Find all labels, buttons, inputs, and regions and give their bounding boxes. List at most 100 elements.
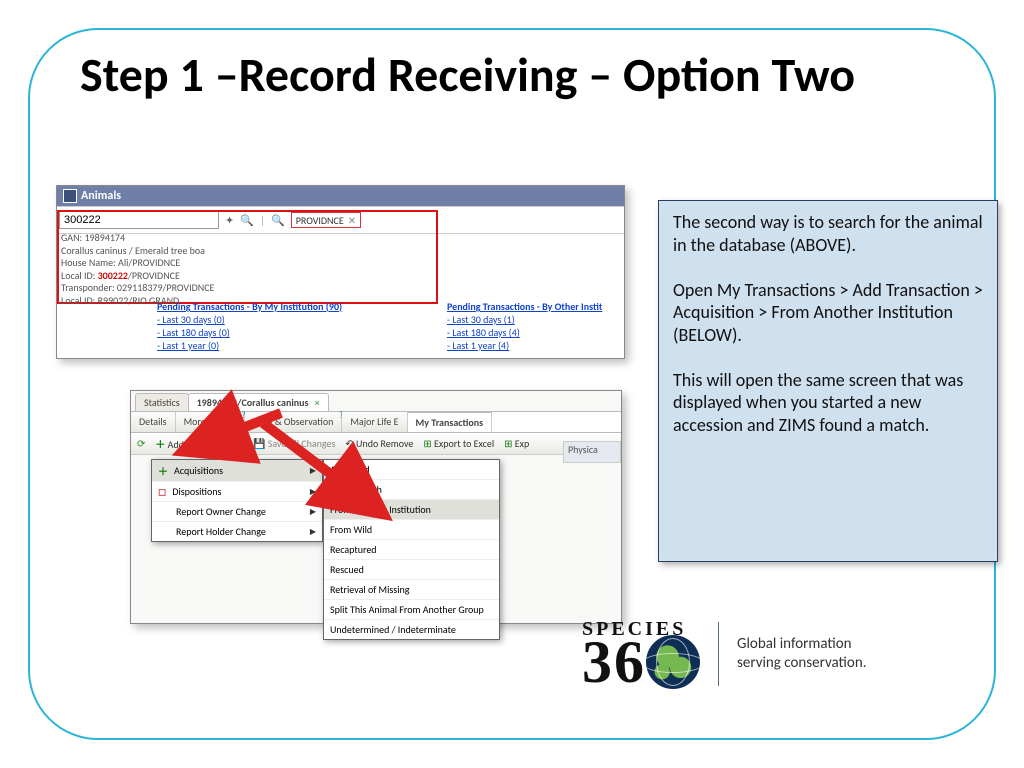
- tab-label: More Details: [184, 415, 236, 428]
- cell-header: Physica: [563, 441, 621, 463]
- app-icon: [63, 189, 77, 203]
- menu-label: Split This Animal From Another Group: [330, 603, 484, 616]
- instruction-p2: Open My Transactions > Add Transaction >…: [673, 279, 983, 347]
- menu-label: From Another Institution: [330, 503, 431, 516]
- panel-titlebar: Animals: [57, 186, 624, 206]
- instruction-box: The second way is to search for the anim…: [658, 200, 998, 562]
- menu-label: Acquisitions: [174, 464, 223, 477]
- menu-label: Recaptured: [330, 543, 377, 556]
- instruction-p1: The second way is to search for the anim…: [673, 211, 983, 256]
- tagline-1: Global information: [737, 635, 867, 654]
- slide-heading: Step 1 –Record Receiving – Option Two: [80, 50, 960, 100]
- menu-birth-hatch[interactable]: Birth / Hatch: [324, 480, 499, 500]
- menu-acquisitions[interactable]: ＋ Acquisitions ▶: [152, 460, 322, 482]
- sub-tab-row: Details More Details ? Note & Observatio…: [131, 411, 621, 433]
- menu-retrieval-missing[interactable]: Retrieval of Missing: [324, 580, 499, 600]
- link-right-3[interactable]: - Last 1 year (4): [447, 339, 602, 352]
- link-hdr-left[interactable]: Pending Transactions - By My Institution…: [157, 300, 342, 313]
- link-left-2[interactable]: - Last 180 days (0): [157, 326, 342, 339]
- chevron-right-icon: ▶: [310, 466, 316, 476]
- instruction-p3: This will open the same screen that was …: [673, 369, 983, 437]
- chevron-right-icon: ▶: [310, 487, 316, 497]
- logo-tagline: Global information serving conservation.: [737, 635, 867, 673]
- menu-from-another-institution[interactable]: From Another Institution: [324, 500, 499, 520]
- tab-details[interactable]: Details: [131, 412, 176, 432]
- toolbar: ⟳ ＋ Add Transaction ▼ 💾 Save All Changes…: [131, 433, 621, 455]
- add-transaction-button[interactable]: ＋ Add Transaction ▼: [155, 436, 243, 451]
- tab-statistics[interactable]: Statistics: [135, 393, 189, 411]
- menu-from-wild[interactable]: From Wild: [324, 520, 499, 540]
- result-tooltip: GAN: 19894174 Corallus caninus / Emerald…: [61, 232, 214, 307]
- tab-label: Note & Observation: [253, 415, 334, 428]
- menu-label: Appeared: [330, 463, 370, 476]
- export-label: Export to Excel: [434, 437, 494, 450]
- menu-label: Retrieval of Missing: [330, 583, 409, 596]
- menu-label: Rescued: [330, 563, 364, 576]
- logo-3: 3: [582, 635, 612, 689]
- excel-icon: ⊞: [423, 437, 431, 450]
- divider: [718, 622, 719, 686]
- chevron-down-icon: ▼: [235, 441, 243, 451]
- gan-line: GAN: 19894174: [61, 232, 214, 245]
- link-left-3[interactable]: - Last 1 year (0): [157, 339, 342, 352]
- plus-icon: ＋: [155, 438, 165, 451]
- tab-my-transactions[interactable]: My Transactions: [408, 412, 493, 432]
- tab-notes[interactable]: Note & Observation ?: [245, 412, 343, 432]
- tagline-2: serving conservation.: [737, 654, 867, 673]
- localid-prefix: Local ID:: [61, 269, 98, 282]
- menu-recaptured[interactable]: Recaptured: [324, 540, 499, 560]
- undo-label: Undo Remove: [356, 437, 413, 450]
- menu-rescued[interactable]: Rescued: [324, 560, 499, 580]
- animals-search-screenshot: Animals ✦ 🔍 | 🔍 PROVIDNCE ✕ GAN: 1989417…: [56, 185, 625, 359]
- close-icon[interactable]: ×: [315, 396, 320, 409]
- minus-icon: ◻: [158, 485, 166, 498]
- add-label: Add Transaction: [168, 438, 233, 451]
- tab-animal[interactable]: 19894174/Corallus caninus ×: [188, 393, 329, 411]
- undo-button[interactable]: ↶ Undo Remove: [345, 437, 413, 450]
- menu-label: Report Holder Change: [176, 525, 266, 538]
- plus-icon: ＋: [158, 463, 168, 478]
- tab-more-details[interactable]: More Details ?: [176, 412, 245, 432]
- excel-icon: ⊞: [504, 437, 512, 450]
- refresh-icon[interactable]: ⟳: [137, 437, 145, 450]
- save-button[interactable]: 💾 Save All Changes: [253, 437, 335, 450]
- link-hdr-right[interactable]: Pending Transactions - By Other Instit: [447, 300, 602, 313]
- transponder-line: Transponder: 029118379/PROVIDNCE: [61, 282, 214, 295]
- link-right-1[interactable]: - Last 30 days (1): [447, 313, 602, 326]
- top-tab-row: Statistics 19894174/Corallus caninus ×: [131, 391, 621, 411]
- menu-label: Undetermined / Indeterminate: [330, 623, 456, 636]
- acquisitions-submenu: Appeared Birth / Hatch From Another Inst…: [323, 459, 500, 640]
- localid-suffix: /PROVIDNCE: [128, 269, 180, 282]
- menu-label: Report Owner Change: [176, 505, 266, 518]
- chevron-right-icon: ▶: [310, 527, 316, 537]
- export2-label: Exp: [515, 437, 529, 450]
- logo-6: 6: [614, 635, 644, 689]
- localid-match: 300222: [98, 269, 128, 282]
- globe-icon: [646, 635, 700, 689]
- menu-undetermined[interactable]: Undetermined / Indeterminate: [324, 620, 499, 639]
- export-2-button[interactable]: ⊞ Exp: [504, 437, 529, 450]
- menu-dispositions[interactable]: ◻ Dispositions ▶: [152, 482, 322, 502]
- transactions-screenshot: Statistics 19894174/Corallus caninus × D…: [130, 390, 622, 624]
- menu-label: Dispositions: [172, 485, 221, 498]
- undo-icon: ↶: [345, 437, 353, 450]
- pending-other-institution: Pending Transactions - By Other Instit -…: [447, 300, 602, 352]
- link-left-1[interactable]: - Last 30 days (0): [157, 313, 342, 326]
- species360-logo: SPECIES 3 6 Global information serving c…: [582, 618, 867, 689]
- menu-split-group[interactable]: Split This Animal From Another Group: [324, 600, 499, 620]
- link-right-2[interactable]: - Last 180 days (4): [447, 326, 602, 339]
- tab-major-life[interactable]: Major Life E: [342, 412, 407, 432]
- menu-label: Birth / Hatch: [330, 483, 382, 496]
- menu-label: From Wild: [330, 523, 372, 536]
- export-button[interactable]: ⊞ Export to Excel: [423, 437, 494, 450]
- add-transaction-menu: ＋ Acquisitions ▶ ◻ Dispositions ▶ Report…: [151, 459, 323, 542]
- save-icon: 💾: [253, 437, 265, 450]
- tab-animal-label: 19894174/Corallus caninus: [197, 396, 309, 409]
- save-label: Save All Changes: [268, 437, 336, 450]
- menu-holder-change[interactable]: Report Holder Change ▶: [152, 522, 322, 541]
- menu-appeared[interactable]: Appeared: [324, 460, 499, 480]
- pending-my-institution: Pending Transactions - By My Institution…: [157, 300, 342, 352]
- panel-title: Animals: [81, 189, 121, 203]
- logo-brand: SPECIES 3 6: [582, 618, 700, 689]
- menu-owner-change[interactable]: Report Owner Change ▶: [152, 502, 322, 522]
